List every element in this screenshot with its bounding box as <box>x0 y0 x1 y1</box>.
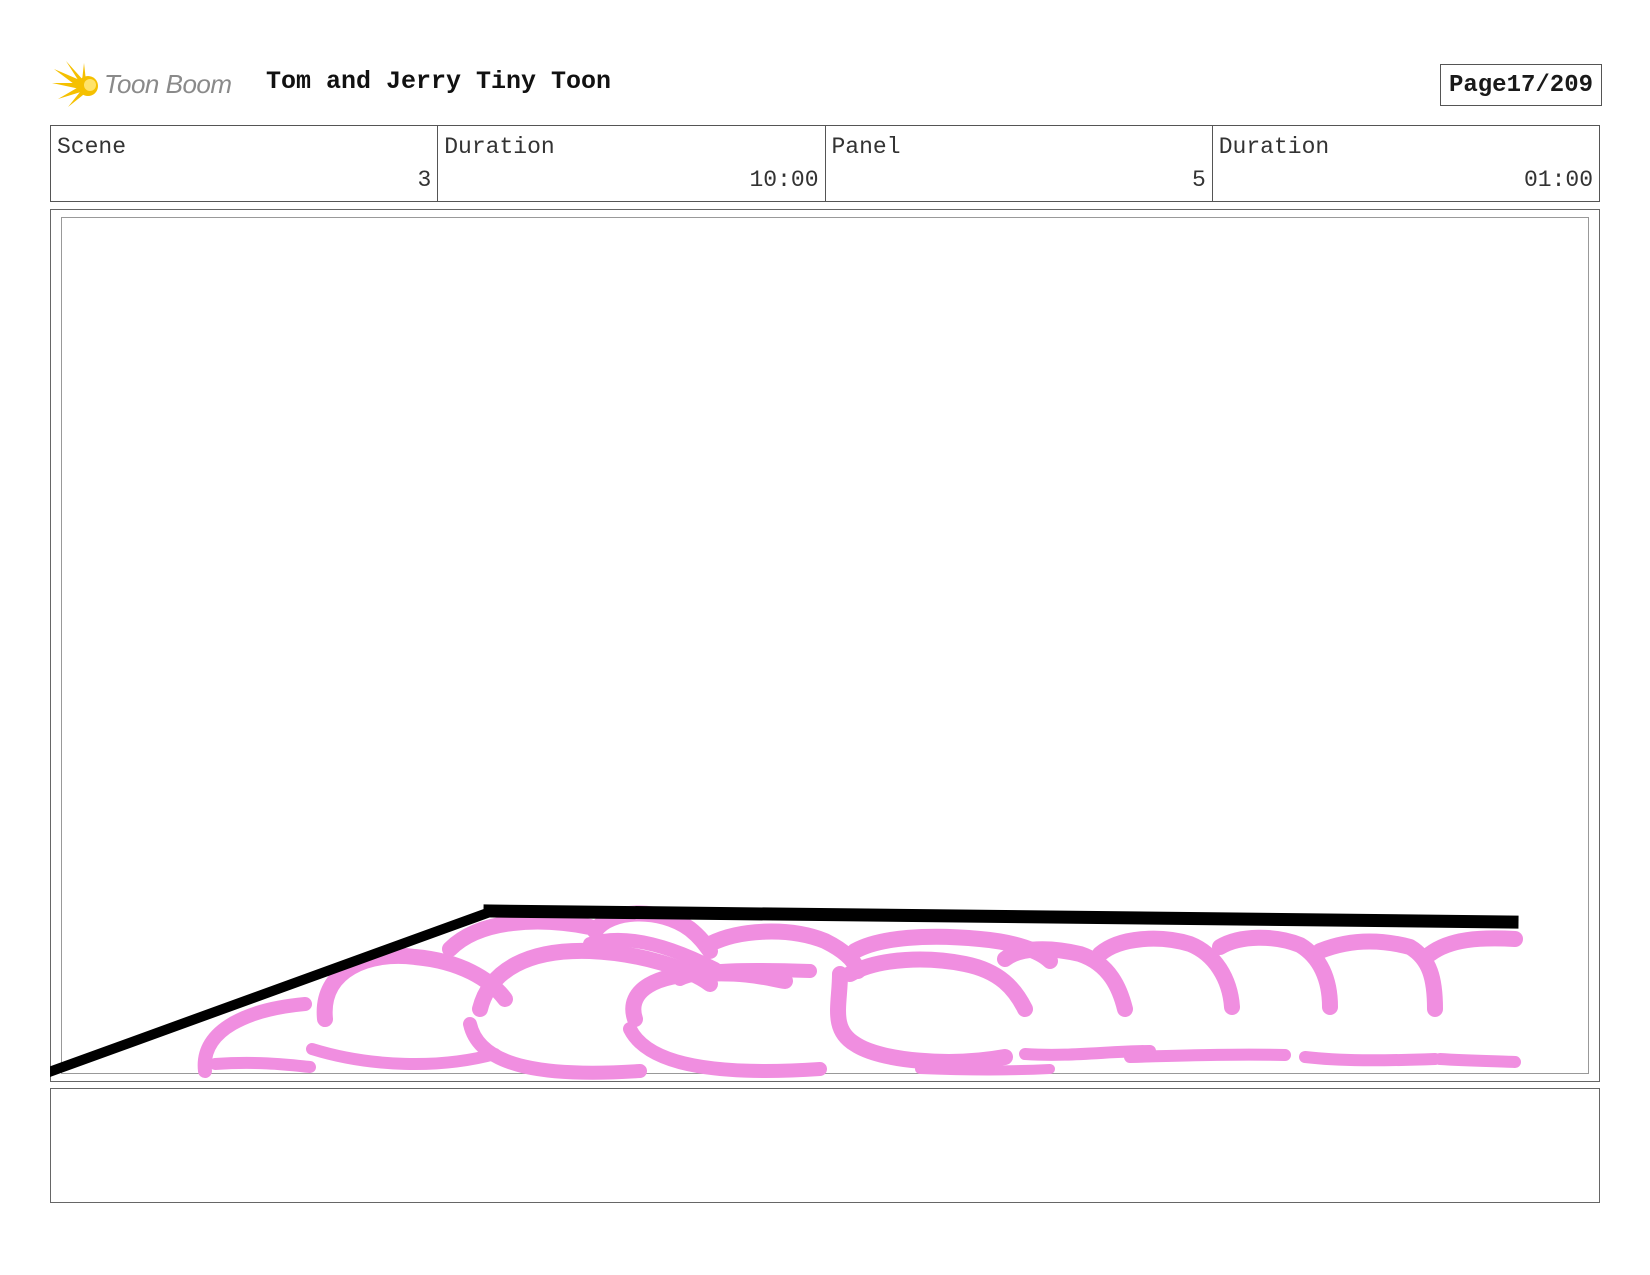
panel-duration-value: 01:00 <box>1523 167 1593 193</box>
panel-value: 5 <box>1191 167 1206 193</box>
logo-text: Toon Boom <box>104 68 232 99</box>
toon-boom-logo: Toon Boom <box>52 59 232 109</box>
panel-duration-label: Duration <box>1218 134 1330 160</box>
panel-duration-cell: Duration 01:00 <box>1213 126 1599 201</box>
panel-notes-box <box>50 1088 1600 1203</box>
scene-value: 3 <box>417 167 432 193</box>
panel-drawing <box>50 904 1523 1080</box>
scene-duration-value: 10:00 <box>749 167 819 193</box>
project-title: Tom and Jerry Tiny Toon <box>266 67 612 96</box>
storyboard-header: Toon Boom Tom and Jerry Tiny Toon Page 1… <box>52 55 1602 115</box>
pink-cloud-sketch <box>197 905 1523 1080</box>
page-label: Page <box>1448 71 1507 99</box>
panel-label: Panel <box>831 134 901 160</box>
starburst-logo-icon <box>52 61 98 107</box>
scene-label: Scene <box>57 134 127 160</box>
scene-cell: Scene 3 <box>51 126 439 201</box>
panel-cell: Panel 5 <box>826 126 1213 201</box>
scene-duration-label: Duration <box>444 134 555 160</box>
page-number: 17/209 <box>1506 71 1593 99</box>
panel-info-row: Scene 3 Duration 10:00 Panel 5 Duration … <box>50 125 1600 202</box>
page-indicator: Page 17/209 <box>1439 64 1602 106</box>
scene-duration-cell: Duration 10:00 <box>438 126 826 201</box>
